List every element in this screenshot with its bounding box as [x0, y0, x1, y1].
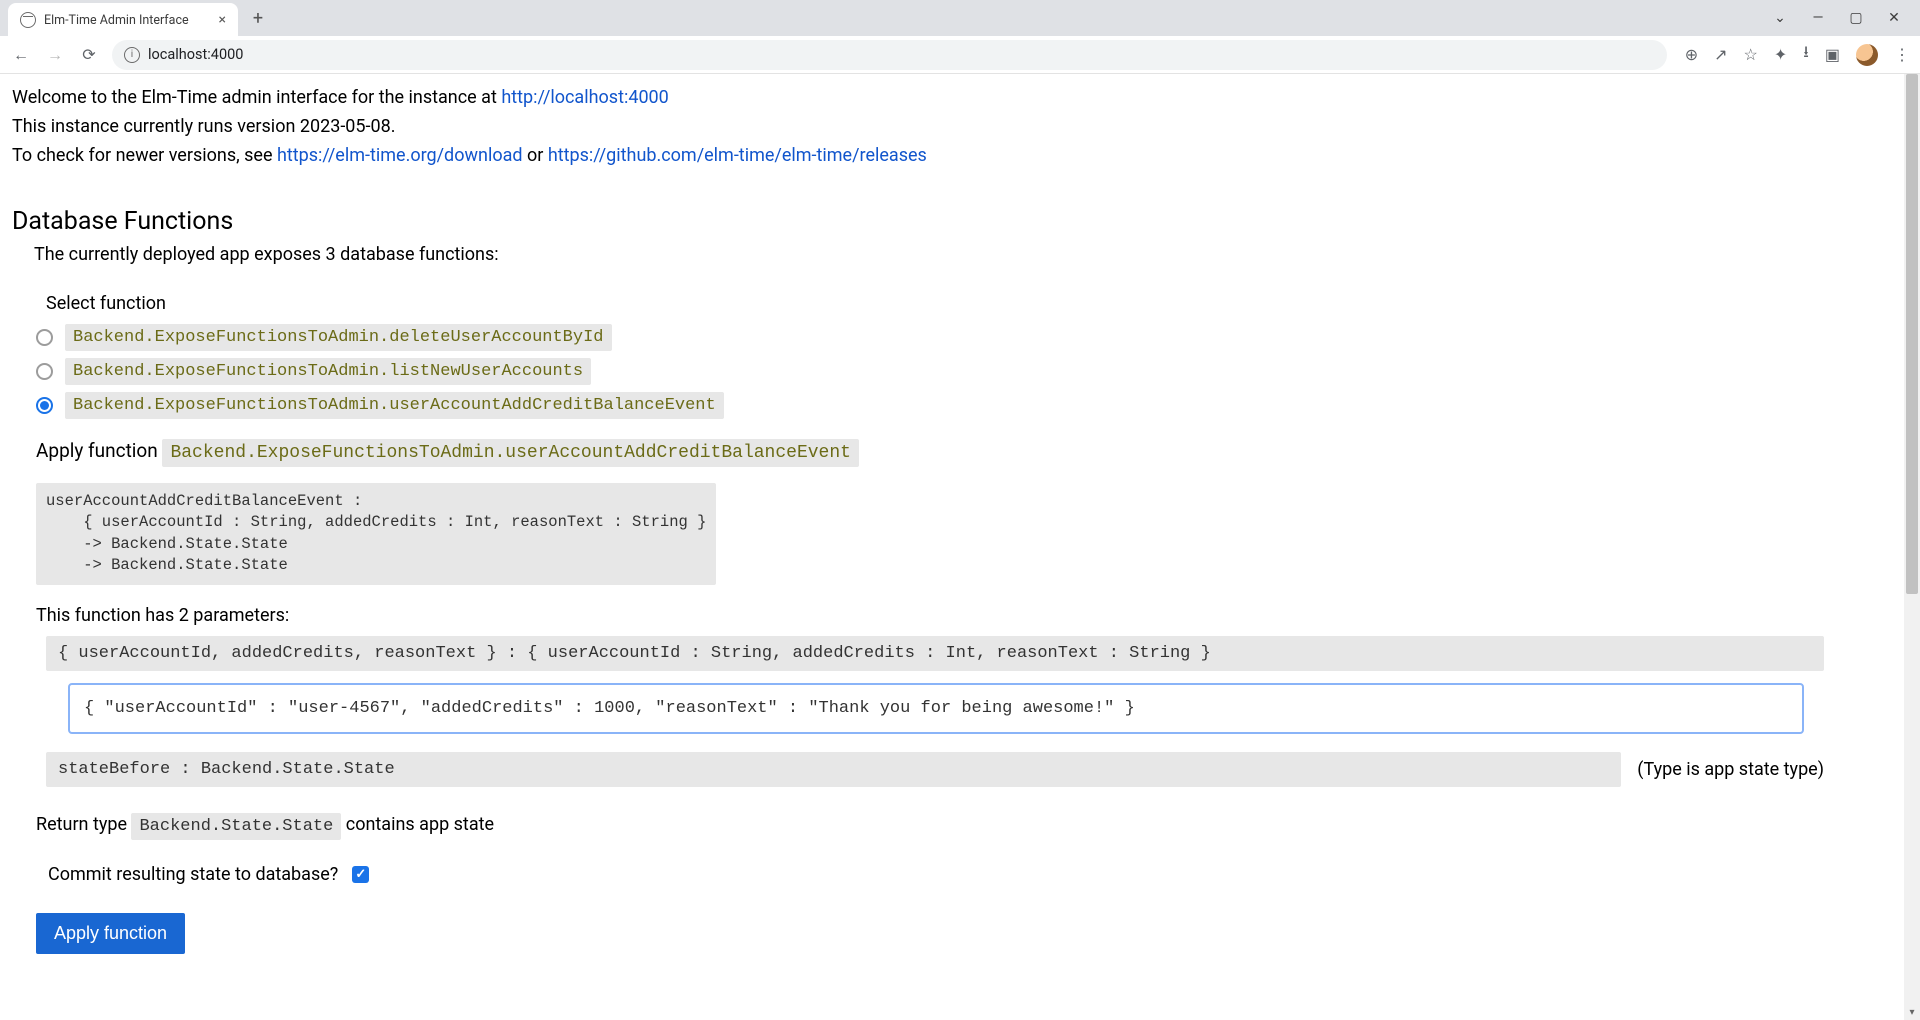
forward-icon[interactable]: → — [44, 45, 66, 65]
select-function-label: Select function — [46, 293, 1868, 314]
return-suffix: contains app state — [341, 814, 494, 835]
return-prefix: Return type — [36, 814, 131, 835]
function-option[interactable]: Backend.ExposeFunctionsToAdmin.deleteUse… — [36, 324, 1868, 351]
browser-tab[interactable]: Elm-Time Admin Interface × — [8, 3, 238, 37]
tab-search-icon[interactable]: ⌄ — [1772, 10, 1788, 26]
tab-strip: Elm-Time Admin Interface × + ⌄ — ▢ ✕ — [0, 0, 1920, 36]
parameter-2-row: stateBefore : Backend.State.State (Type … — [46, 752, 1824, 787]
avatar[interactable] — [1856, 44, 1878, 66]
scroll-down-icon[interactable]: ▾ — [1904, 1004, 1920, 1020]
releases-link[interactable]: https://github.com/elm-time/elm-time/rel… — [548, 145, 927, 166]
tab-title: Elm-Time Admin Interface — [44, 13, 211, 28]
maximize-icon[interactable]: ▢ — [1848, 10, 1864, 26]
close-icon[interactable]: × — [219, 13, 226, 27]
menu-icon[interactable]: ⋮ — [1894, 45, 1910, 64]
toolbar-right: ⊕ ↗ ☆ ✦ ⭳ ▣ ⋮ — [1679, 41, 1910, 68]
commit-label: Commit resulting state to database? — [48, 864, 338, 885]
check-prefix: To check for newer versions, see — [12, 145, 277, 166]
page-viewport: Welcome to the Elm-Time admin interface … — [0, 74, 1920, 1020]
welcome-line: Welcome to the Elm-Time admin interface … — [12, 84, 1868, 111]
download-link[interactable]: https://elm-time.org/download — [277, 145, 523, 166]
page-content: Welcome to the Elm-Time admin interface … — [0, 74, 1880, 994]
parameter-2-hint: (Type is app state type) — [1637, 759, 1824, 780]
function-name: Backend.ExposeFunctionsToAdmin.userAccou… — [65, 392, 724, 419]
return-type-line: Return type Backend.State.State contains… — [36, 813, 1868, 840]
address-bar[interactable]: i localhost:4000 — [112, 40, 1667, 70]
share-icon[interactable]: ↗ — [1714, 45, 1727, 64]
exposes-text: The currently deployed app exposes 3 dat… — [34, 244, 1868, 265]
selected-function-name: Backend.ExposeFunctionsToAdmin.userAccou… — [162, 439, 859, 467]
bookmark-icon[interactable]: ☆ — [1744, 45, 1758, 64]
commit-row: Commit resulting state to database? — [48, 864, 1868, 885]
radio-icon[interactable] — [36, 329, 53, 346]
function-signature: userAccountAddCreditBalanceEvent : { use… — [36, 483, 716, 585]
browser-chrome: Elm-Time Admin Interface × + ⌄ — ▢ ✕ ← →… — [0, 0, 1920, 74]
reload-icon[interactable]: ⟳ — [78, 45, 100, 64]
extensions-icon[interactable]: ✦ — [1774, 45, 1787, 64]
function-name: Backend.ExposeFunctionsToAdmin.listNewUs… — [65, 358, 591, 385]
check-versions-line: To check for newer versions, see https:/… — [12, 142, 1868, 169]
instance-url-link[interactable]: http://localhost:4000 — [501, 87, 668, 108]
apply-function-button[interactable]: Apply function — [36, 913, 185, 954]
apply-function-line: Apply function Backend.ExposeFunctionsTo… — [36, 439, 1868, 467]
radio-icon[interactable] — [36, 363, 53, 380]
globe-icon — [20, 12, 36, 28]
argument-input[interactable] — [68, 683, 1804, 734]
window-controls: ⌄ — ▢ ✕ — [1772, 10, 1920, 26]
apply-prefix: Apply function — [36, 439, 162, 462]
browser-toolbar: ← → ⟳ i localhost:4000 ⊕ ↗ ☆ ✦ ⭳ ▣ ⋮ — [0, 36, 1920, 74]
window-close-icon[interactable]: ✕ — [1886, 10, 1902, 26]
welcome-prefix: Welcome to the Elm-Time admin interface … — [12, 87, 501, 108]
zoom-icon[interactable]: ⊕ — [1685, 45, 1698, 64]
scrollbar-thumb[interactable] — [1906, 74, 1918, 594]
function-option[interactable]: Backend.ExposeFunctionsToAdmin.listNewUs… — [36, 358, 1868, 385]
sidepanel-icon[interactable]: ▣ — [1825, 45, 1840, 64]
db-functions-heading: Database Functions — [12, 207, 1868, 236]
version-line: This instance currently runs version 202… — [12, 113, 1868, 140]
parameter-2-header: stateBefore : Backend.State.State — [46, 752, 1621, 787]
downloads-icon[interactable]: ⭳ — [1803, 41, 1809, 68]
function-name: Backend.ExposeFunctionsToAdmin.deleteUse… — [65, 324, 612, 351]
radio-icon[interactable] — [36, 397, 53, 414]
parameter-1-header: { userAccountId, addedCredits, reasonTex… — [46, 636, 1824, 671]
intro-block: Welcome to the Elm-Time admin interface … — [12, 84, 1868, 169]
back-icon[interactable]: ← — [10, 45, 32, 65]
minimize-icon[interactable]: — — [1810, 10, 1826, 26]
commit-checkbox[interactable] — [352, 866, 369, 883]
new-tab-button[interactable]: + — [244, 4, 272, 32]
info-icon[interactable]: i — [124, 47, 140, 63]
function-option[interactable]: Backend.ExposeFunctionsToAdmin.userAccou… — [36, 392, 1868, 419]
scrollbar-track[interactable]: ▴ ▾ — [1904, 74, 1920, 1020]
function-radio-list: Backend.ExposeFunctionsToAdmin.deleteUse… — [36, 324, 1868, 419]
or-text: or — [523, 145, 548, 166]
return-type: Backend.State.State — [131, 813, 341, 840]
url-text: localhost:4000 — [148, 46, 243, 63]
parameter-count-text: This function has 2 parameters: — [36, 605, 1868, 626]
